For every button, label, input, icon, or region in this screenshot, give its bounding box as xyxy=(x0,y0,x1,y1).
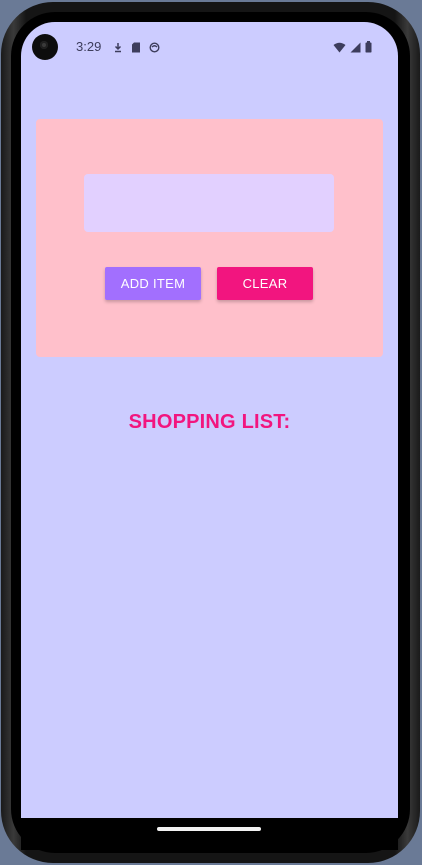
camera-lens xyxy=(40,41,48,49)
clear-button[interactable]: CLEAR xyxy=(217,267,313,300)
home-handle[interactable] xyxy=(157,827,261,831)
add-item-card: ADD ITEM CLEAR xyxy=(36,119,383,357)
status-system-icons xyxy=(333,40,372,58)
download-icon xyxy=(113,40,123,58)
status-time: 3:29 xyxy=(76,39,102,54)
status-notification-icons xyxy=(113,40,160,58)
cell-signal-icon xyxy=(350,40,361,58)
app-screen: 3:29 ADD ITEM CLEAR SHOPPING LIST: xyxy=(21,22,398,818)
item-input[interactable] xyxy=(84,174,334,232)
shopping-list-title: SHOPPING LIST: xyxy=(128,411,291,433)
front-camera xyxy=(32,34,58,60)
gesture-nav-bar xyxy=(21,818,398,850)
sync-icon xyxy=(149,40,160,58)
device-frame: 3:29 ADD ITEM CLEAR SHOPPING LIST: xyxy=(0,0,422,865)
battery-icon xyxy=(365,40,372,58)
wifi-icon xyxy=(333,40,346,58)
sd-card-icon xyxy=(131,40,141,58)
add-item-button[interactable]: ADD ITEM xyxy=(105,267,201,300)
